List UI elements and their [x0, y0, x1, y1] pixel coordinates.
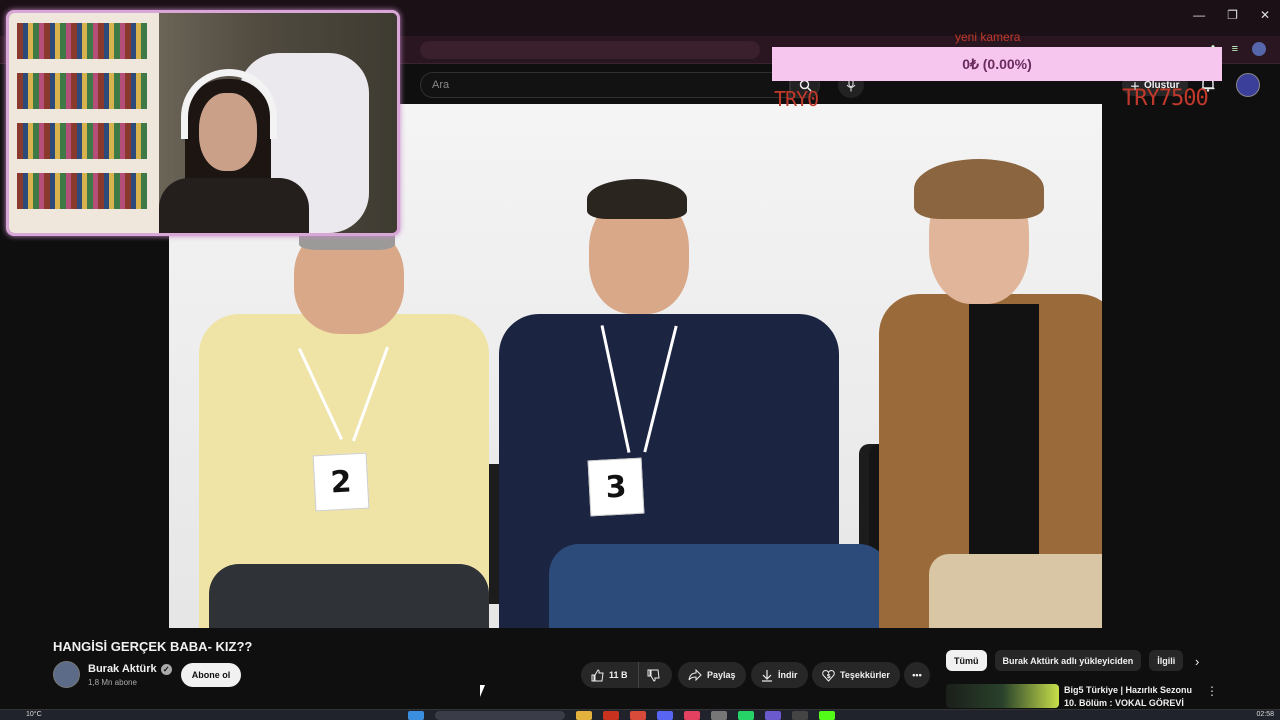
svg-text:$: $	[827, 673, 831, 680]
chip-all[interactable]: Tümü	[946, 650, 987, 671]
search-placeholder: Ara	[432, 79, 450, 91]
recommended-video-title[interactable]: Big5 Türkiye | Hazırlık Sezonu 10. Bölüm…	[1064, 684, 1194, 710]
like-dislike-group: 11 B	[581, 662, 672, 688]
goal-start-value: TRY0	[774, 87, 819, 111]
channel-name[interactable]: Burak Aktürk	[88, 663, 157, 675]
streamer-body	[159, 178, 309, 233]
app-icon[interactable]	[684, 711, 700, 720]
channel-name-row[interactable]: Burak Aktürk ✓	[88, 663, 172, 675]
start-windows-icon[interactable]	[408, 711, 424, 720]
profile-avatar[interactable]	[1252, 42, 1266, 56]
download-button[interactable]: İndir	[751, 662, 808, 688]
search-input[interactable]: Ara	[420, 72, 790, 98]
menu-icon[interactable]: ≡	[1232, 43, 1238, 55]
share-label: Paylaş	[707, 670, 736, 680]
thanks-button[interactable]: $ Teşekkürler	[812, 662, 900, 688]
channel-avatar[interactable]	[53, 661, 80, 688]
like-button[interactable]: 11 B	[581, 662, 639, 688]
subscribe-button[interactable]: Abone ol	[181, 663, 241, 687]
app-icon[interactable]	[657, 711, 673, 720]
windows-taskbar: 10°C 02:58	[0, 709, 1280, 720]
number-badge: 3	[587, 457, 645, 517]
chevron-right-icon[interactable]: ›	[1195, 654, 1199, 669]
share-icon	[688, 669, 702, 681]
window-controls: — ❐ ✕	[1193, 8, 1280, 22]
thumbs-up-icon	[591, 668, 604, 681]
related-filter-chips: Tümü Burak Aktürk adlı yükleyiciden İlgi…	[946, 650, 1184, 671]
weather-widget[interactable]: 10°C	[26, 711, 42, 718]
app-icon[interactable]	[738, 711, 754, 720]
app-icon[interactable]	[765, 711, 781, 720]
dislike-button[interactable]	[639, 662, 669, 688]
taskbar-search[interactable]	[435, 711, 565, 720]
account-avatar[interactable]	[1236, 73, 1260, 97]
download-icon	[762, 669, 772, 682]
app-icon[interactable]	[711, 711, 727, 720]
streamer-webcam	[6, 10, 400, 236]
donation-goal-label: yeni kamera	[955, 30, 1021, 44]
file-explorer-icon[interactable]	[576, 711, 592, 720]
app-icon[interactable]	[792, 711, 808, 720]
taskbar-pinned-apps	[408, 711, 835, 720]
number-badge: 2	[312, 452, 370, 512]
chip-from-uploader[interactable]: Burak Aktürk adlı yükleyiciden	[994, 650, 1142, 671]
verified-check-icon: ✓	[160, 663, 172, 675]
chip-related[interactable]: İlgili	[1149, 650, 1184, 671]
close-icon[interactable]: ✕	[1260, 8, 1270, 22]
download-label: İndir	[778, 670, 798, 680]
subscriber-count: 1,8 Mn abone	[88, 678, 137, 687]
more-horizontal-icon: •••	[912, 670, 922, 680]
mouse-cursor	[480, 685, 485, 697]
more-actions-button[interactable]: •••	[904, 662, 930, 688]
more-vertical-icon[interactable]: ⋮	[1206, 684, 1218, 698]
recommended-video-thumbnail[interactable]	[946, 684, 1059, 708]
app-icon[interactable]	[603, 711, 619, 720]
like-count: 11 B	[609, 670, 628, 680]
bookshelf	[9, 13, 159, 233]
donation-amount: 0₺ (0.00%)	[962, 55, 1032, 72]
chrome-icon[interactable]	[630, 711, 646, 720]
minimize-icon[interactable]: —	[1193, 8, 1205, 22]
goal-end-value: TRY7500	[1122, 86, 1209, 111]
thumbs-down-icon	[647, 669, 660, 682]
thanks-label: Teşekkürler	[840, 670, 890, 680]
video-title: HANGİSİ GERÇEK BABA- KIZ??	[53, 639, 253, 654]
address-field[interactable]	[420, 41, 760, 59]
app-icon[interactable]	[819, 711, 835, 720]
restore-icon[interactable]: ❐	[1227, 8, 1238, 22]
system-clock[interactable]: 02:58	[1256, 711, 1274, 718]
share-button[interactable]: Paylaş	[678, 662, 746, 688]
donation-progress-bar: 0₺ (0.00%)	[772, 47, 1222, 81]
super-thanks-icon: $	[822, 669, 835, 682]
